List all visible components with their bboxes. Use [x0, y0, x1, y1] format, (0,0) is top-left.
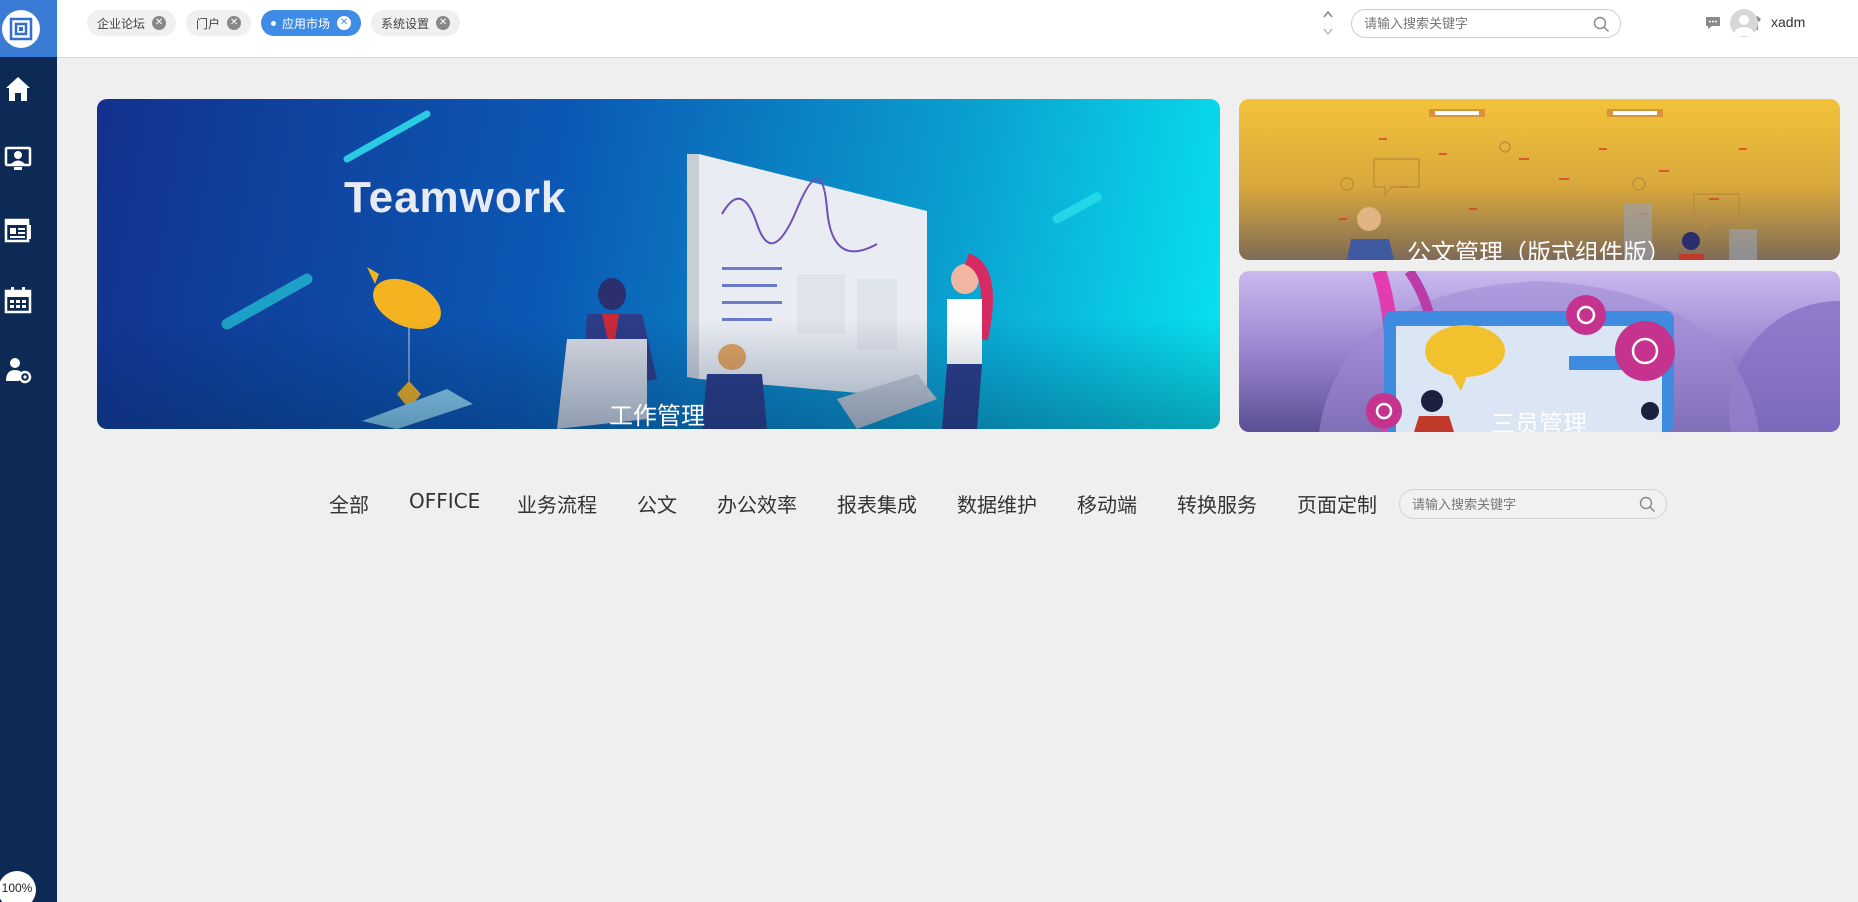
user-settings-icon[interactable] — [0, 352, 36, 388]
close-icon[interactable]: ✕ — [227, 16, 242, 30]
category-page-customization[interactable]: 页面定制 — [1297, 489, 1377, 518]
tab-label: 系统设置 — [381, 16, 430, 31]
category-all[interactable]: 全部 — [329, 489, 369, 518]
category-search[interactable] — [1399, 489, 1667, 519]
logo-icon — [1, 9, 40, 48]
monitor-user-icon[interactable] — [0, 141, 36, 177]
category-documents[interactable]: 公文 — [637, 489, 677, 518]
scroll-tabs-control[interactable] — [1320, 8, 1336, 38]
search-icon[interactable] — [1639, 496, 1656, 513]
banner-work-management[interactable]: Teamwork 工作管理 — [97, 99, 1220, 429]
active-dot-icon — [271, 20, 276, 26]
tab-enterprise-forum[interactable]: 企业论坛 ✕ — [87, 10, 177, 36]
search-icon[interactable] — [1593, 16, 1610, 33]
category-report-integration[interactable]: 报表集成 — [837, 489, 917, 518]
tab-label: 门户 — [196, 16, 221, 31]
category-office[interactable]: OFFICE — [409, 489, 480, 513]
header-search-input[interactable] — [1364, 16, 1584, 31]
category-mobile[interactable]: 移动端 — [1077, 489, 1137, 518]
chevron-up-down-icon — [1323, 10, 1333, 36]
home-icon[interactable] — [0, 71, 36, 107]
tab-system-settings[interactable]: 系统设置 ✕ — [371, 10, 461, 36]
category-conversion-service[interactable]: 转换服务 — [1177, 489, 1257, 518]
close-icon[interactable]: ✕ — [152, 16, 167, 30]
category-office-efficiency[interactable]: 办公效率 — [717, 489, 797, 518]
logo[interactable] — [0, 0, 57, 57]
tab-label: 企业论坛 — [97, 16, 146, 31]
tab-portal[interactable]: 门户 ✕ — [186, 10, 252, 36]
username[interactable]: xadm — [1771, 14, 1805, 30]
avatar[interactable] — [1730, 9, 1758, 37]
tab-label: 应用市场 — [282, 16, 331, 31]
banner-document-management[interactable]: 公文管理（版式组件版） — [1239, 99, 1840, 260]
header-search[interactable] — [1351, 9, 1621, 38]
close-icon[interactable]: ✕ — [337, 16, 352, 30]
user-avatar-icon — [1734, 15, 1754, 36]
news-icon[interactable] — [0, 212, 36, 248]
message-icon[interactable] — [1704, 14, 1722, 32]
category-data-maintenance[interactable]: 数据维护 — [957, 489, 1037, 518]
banner-three-admins[interactable]: 三员管理 — [1239, 271, 1840, 432]
category-search-input[interactable] — [1412, 497, 1622, 512]
banner-title: 工作管理 — [609, 403, 705, 429]
tab-app-market[interactable]: 应用市场 ✕ — [261, 10, 362, 36]
zoom-badge[interactable]: 100% — [0, 871, 36, 902]
banner-title: 三员管理 — [1491, 411, 1587, 432]
calendar-icon[interactable] — [0, 282, 36, 318]
sidebar: 100% — [0, 0, 57, 902]
category-business-process[interactable]: 业务流程 — [517, 489, 597, 518]
close-icon[interactable]: ✕ — [436, 16, 451, 30]
banner-title: 公文管理（版式组件版） — [1407, 240, 1671, 260]
teamwork-word: Teamwork — [344, 173, 567, 222]
